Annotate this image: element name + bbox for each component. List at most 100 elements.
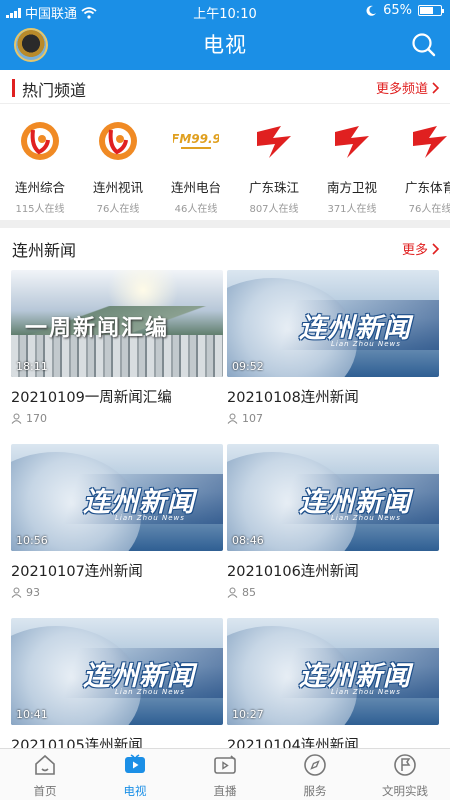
channel-viewers: 76人在线 [408, 204, 450, 215]
view-count-value: 107 [242, 412, 263, 425]
bottom-tab-bar: 首页 电视 直播 服务 文明实践 [0, 748, 450, 800]
tab-live[interactable]: 直播 [180, 753, 270, 799]
thumbnail-subtext: Lian Zhou News [331, 340, 401, 348]
thumbnail-text: 一周新闻汇编 [25, 316, 170, 341]
tv-icon [125, 754, 145, 773]
compass-icon [304, 754, 326, 776]
thumbnail-subtext: Lian Zhou News [331, 688, 401, 696]
more-channels-label: 更多频道 [375, 82, 428, 97]
moon-icon [366, 5, 377, 16]
channel-viewers: 46人在线 [174, 204, 218, 215]
tab-label: 文明实践 [382, 784, 428, 798]
view-count: 85 [227, 586, 439, 599]
tab-label: 直播 [213, 784, 237, 798]
thumbnail-subtext: Lian Zhou News [331, 514, 401, 522]
video-thumbnail: 连州新闻 Lian Zhou News 10:27 [227, 618, 439, 725]
channel-item[interactable]: 南方卫视 371人在线 [313, 118, 391, 215]
tab-label: 电视 [123, 784, 147, 798]
view-count-value: 170 [26, 412, 47, 425]
app-header: 中国联通 上午10:10 65% 电视 [0, 0, 450, 70]
video-thumbnail: 连州新闻 Lian Zhou News 09:52 [227, 270, 439, 377]
channel-name: 连州综合 [14, 180, 65, 195]
channel-name: 广东体育 [404, 180, 450, 195]
live-icon [214, 755, 236, 774]
channel-name: 连州视讯 [92, 180, 143, 195]
video-title: 20210106连州新闻 [227, 564, 359, 580]
video-thumbnail: 连州新闻 Lian Zhou News 10:41 [11, 618, 223, 725]
view-count: 107 [227, 412, 439, 425]
video-duration: 10:27 [232, 708, 264, 721]
more-channels-link[interactable]: 更多频道 [376, 78, 440, 97]
chevron-right-icon [432, 242, 440, 255]
channel-item[interactable]: 连州视讯 76人在线 [79, 118, 157, 215]
news-section-title: 连州新闻 [12, 241, 77, 260]
tab-label: 首页 [33, 784, 57, 798]
video-thumbnail: 连州新闻 Lian Zhou News 10:56 [11, 444, 223, 551]
channel-item[interactable]: 广东珠江 807人在线 [235, 118, 313, 215]
channel-viewers: 76人在线 [96, 204, 140, 215]
more-news-link[interactable]: 更多 [402, 239, 440, 258]
video-title: 20210104连州新闻 [227, 738, 359, 748]
channel-viewers: 807人在线 [249, 204, 299, 215]
thumbnail-subtext: Lian Zhou News [115, 688, 185, 696]
video-thumbnail: 连州新闻 Lian Zhou News 08:46 [227, 444, 439, 551]
guangdong-tv-logo-icon [413, 126, 447, 158]
video-card[interactable]: 连州新闻 Lian Zhou News 10:41 20210105连州新闻 [11, 618, 223, 748]
thumbnail-subtext: Lian Zhou News [115, 514, 185, 522]
hot-channels-title: 热门频道 [22, 81, 87, 100]
channel-item[interactable]: FM99.9 连州电台 46人在线 [157, 118, 235, 215]
view-count: 93 [11, 586, 223, 599]
video-card[interactable]: 连州新闻 Lian Zhou News 08:46 20210106连州新闻 8… [227, 444, 439, 599]
video-thumbnail: 一周新闻汇编 18:11 [11, 270, 223, 377]
news-section: 连州新闻 更多 一周新闻汇编 18:11 20210109一周新闻汇编 170 … [0, 228, 450, 748]
channel-item[interactable]: 广东体育 76人在线 [391, 118, 450, 215]
view-count-value: 85 [242, 586, 256, 599]
view-count-value: 93 [26, 586, 40, 599]
video-duration: 09:52 [232, 360, 264, 373]
battery-icon [418, 5, 444, 16]
video-card[interactable]: 连州新闻 Lian Zhou News 10:56 20210107连州新闻 9… [11, 444, 223, 599]
tab-home[interactable]: 首页 [0, 753, 90, 799]
guangdong-tv-logo-icon [335, 126, 369, 158]
video-card[interactable]: 连州新闻 Lian Zhou News 09:52 20210108连州新闻 1… [227, 270, 439, 425]
video-title: 20210107连州新闻 [11, 564, 143, 580]
guangdong-tv-logo-icon [257, 126, 291, 158]
channel-name: 广东珠江 [248, 180, 299, 195]
lianzhou-logo-icon [99, 122, 137, 160]
video-card[interactable]: 连州新闻 Lian Zhou News 10:27 20210104连州新闻 [227, 618, 439, 748]
video-duration: 10:56 [16, 534, 48, 547]
tab-service[interactable]: 服务 [270, 753, 360, 799]
channel-viewers: 371人在线 [327, 204, 377, 215]
status-bar: 中国联通 上午10:10 65% [0, 0, 450, 22]
video-duration: 10:41 [16, 708, 48, 721]
more-news-label: 更多 [401, 243, 428, 258]
hot-channels-section: 热门频道 更多频道 连州综合 115人在线 连州视讯 76人在线 FM99.9 … [0, 70, 450, 220]
search-icon[interactable] [410, 31, 438, 59]
tab-civilization[interactable]: 文明实践 [360, 753, 450, 799]
view-count: 170 [11, 412, 223, 425]
video-card[interactable]: 一周新闻汇编 18:11 20210109一周新闻汇编 170 [11, 270, 223, 425]
flag-icon [394, 754, 416, 776]
channel-name: 连州电台 [170, 180, 221, 195]
section-marker [12, 79, 15, 97]
video-duration: 08:46 [232, 534, 264, 547]
battery-percent: 65% [383, 3, 412, 18]
home-icon [35, 754, 55, 775]
video-title: 20210109一周新闻汇编 [11, 390, 172, 406]
person-icon [11, 413, 22, 424]
person-icon [227, 587, 238, 598]
tab-tv[interactable]: 电视 [90, 753, 180, 799]
chevron-right-icon [432, 81, 440, 94]
video-title: 20210105连州新闻 [11, 738, 143, 748]
video-title: 20210108连州新闻 [227, 390, 359, 406]
page-title: 电视 [203, 33, 247, 57]
video-duration: 18:11 [16, 360, 48, 373]
tab-label: 服务 [303, 784, 327, 798]
person-icon [227, 413, 238, 424]
channel-viewers: 115人在线 [15, 204, 65, 215]
channel-list: 连州综合 115人在线 连州视讯 76人在线 FM99.9 连州电台 46人在线… [0, 118, 450, 218]
svg-text:FM99.9: FM99.9 [173, 132, 219, 146]
person-icon [11, 587, 22, 598]
channel-item[interactable]: 连州综合 115人在线 [1, 118, 79, 215]
fm-radio-logo-icon: FM99.9 [171, 132, 221, 149]
